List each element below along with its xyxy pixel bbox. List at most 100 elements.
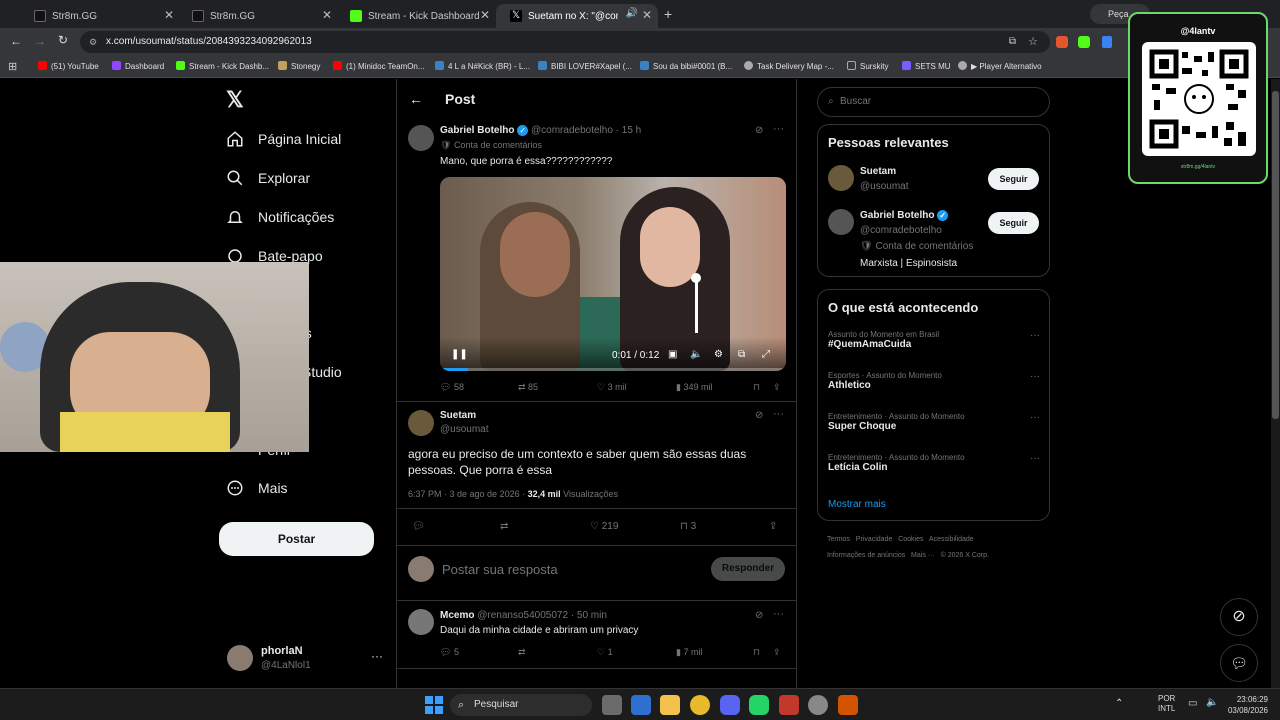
author-handle[interactable]: @renanso54005072 <box>477 610 568 621</box>
search-input[interactable]: ⌕ Buscar <box>817 87 1050 117</box>
file-explorer-icon[interactable] <box>660 695 680 715</box>
bookmark-star-icon[interactable]: ☆ <box>1028 31 1038 53</box>
tray-chevron-icon[interactable]: ⌃ <box>1115 698 1123 709</box>
display-icon[interactable]: ▭ <box>1188 698 1197 709</box>
fullscreen-icon[interactable]: ⤢ <box>762 349 770 360</box>
back-arrow-icon[interactable]: ← <box>409 91 423 107</box>
author-name[interactable]: Gabriel Botelho <box>440 125 514 136</box>
more-options-icon[interactable]: ··· <box>1030 330 1040 341</box>
discord-icon[interactable] <box>720 695 740 715</box>
reply-button[interactable]: Responder <box>711 557 785 581</box>
bookmark-item[interactable]: Sou da bibi#0001 (B... <box>640 61 732 71</box>
taskbar-search-input[interactable]: ⌕ Pesquisar <box>450 694 592 716</box>
like-action[interactable]: ♡ 3 mil <box>597 382 627 393</box>
avatar[interactable] <box>408 410 434 436</box>
tweet-timestamp[interactable]: 6:37 PM · 3 de ago de 2026 · <box>408 489 525 499</box>
volume-icon[interactable]: 🔈 <box>1206 697 1218 708</box>
more-options-icon[interactable]: ··· <box>371 649 383 663</box>
trend-item[interactable]: Assunto do Momento em Brasil #QuemAmaCui… <box>828 330 1040 350</box>
more-options-icon[interactable]: ··· <box>773 608 784 620</box>
volume-icon[interactable]: 🔈 <box>690 349 702 360</box>
close-icon[interactable]: ✕ <box>164 8 174 22</box>
settings-icon[interactable]: ⚙ <box>714 349 723 360</box>
person-name[interactable]: Suetam <box>860 166 896 177</box>
share-icon[interactable]: ⇪ <box>773 382 781 393</box>
audio-icon[interactable]: 🔊 <box>626 8 638 19</box>
person-handle[interactable]: @usoumat <box>860 181 909 192</box>
repost-icon[interactable]: ⇄ <box>500 521 508 532</box>
trend-item[interactable]: Entretenimento · Assunto do Momento Supe… <box>828 412 1040 432</box>
x-logo-icon[interactable]: 𝕏 <box>226 87 244 113</box>
apps-grid-icon[interactable]: ⊞ <box>8 60 17 73</box>
trend-item[interactable]: Esportes · Assunto do Momento Athletico … <box>828 371 1040 391</box>
site-info-icon[interactable]: ⚙ <box>89 31 97 53</box>
author-name[interactable]: Mcemo <box>440 610 474 621</box>
post-button[interactable]: Postar <box>219 522 374 556</box>
more-options-icon[interactable]: ··· <box>1030 412 1040 423</box>
bookmark-item[interactable]: 4 L a N#Kick (BR) - L... <box>435 61 530 71</box>
share-icon[interactable]: ⇪ <box>773 647 781 658</box>
bookmark-item[interactable]: SETS MU <box>902 61 951 71</box>
bookmark-item[interactable]: BIBI LOVER#Xapel (... <box>538 61 632 71</box>
url-bar[interactable]: ⚙ x.com/usoumat/status/20843932340929620… <box>80 31 1050 53</box>
steam-icon[interactable] <box>808 695 828 715</box>
nav-item-notifications[interactable]: Notificações <box>226 205 334 229</box>
language-indicator[interactable]: POR INTL <box>1158 694 1175 714</box>
browser-tab[interactable]: Stream - Kick Dashboard ✕ <box>336 4 496 28</box>
reply-input[interactable]: Postar sua resposta <box>442 562 558 577</box>
footer-links[interactable]: Termos Privacidade Cookies Acessibilidad… <box>827 536 974 543</box>
grok-icon[interactable]: ⊘ <box>755 125 763 136</box>
nav-item-home[interactable]: Página Inicial <box>226 127 341 151</box>
bookmark-item[interactable]: Dashboard <box>112 61 164 71</box>
trend-item[interactable]: Entretenimento · Assunto do Momento Letí… <box>828 453 1040 473</box>
video-player[interactable]: ❚❚ 0:01 / 0:12 ▣ 🔈 ⚙ ⧉ ⤢ <box>440 177 786 371</box>
repost-action[interactable]: ⇄ 85 <box>518 382 538 393</box>
close-icon[interactable]: ✕ <box>642 8 652 22</box>
scrollbar[interactable] <box>1271 79 1280 688</box>
captions-icon[interactable]: ▣ <box>668 349 677 360</box>
clock[interactable]: 23:06:29 03/08/2026 <box>1226 694 1268 716</box>
more-options-icon[interactable]: ··· <box>1030 453 1040 464</box>
bookmark-action[interactable]: ⊓ 3 <box>680 521 696 532</box>
whatsapp-icon[interactable] <box>749 695 769 715</box>
show-more-link[interactable]: Mostrar mais <box>828 499 886 510</box>
bookmark-item[interactable]: (51) YouTube <box>38 61 99 71</box>
like-action[interactable]: ♡ 1 <box>597 647 613 658</box>
like-action[interactable]: ♡ 219 <box>590 521 618 532</box>
repost-icon[interactable]: ⇄ <box>518 647 526 658</box>
follow-button[interactable]: Seguir <box>988 212 1039 234</box>
nav-item-more[interactable]: Mais <box>226 476 288 500</box>
browser-tab[interactable]: Str8m.GG ✕ <box>178 4 338 28</box>
share-icon[interactable]: ⇪ <box>769 521 777 532</box>
forward-icon[interactable]: → <box>34 34 46 48</box>
video-progress-track[interactable] <box>440 368 786 371</box>
person-name[interactable]: Gabriel Botelho <box>860 210 934 221</box>
back-icon[interactable]: ← <box>10 34 22 48</box>
grok-icon[interactable]: ⊘ <box>1220 598 1258 636</box>
volume-slider-handle[interactable] <box>691 273 701 283</box>
outlook-icon[interactable] <box>631 695 651 715</box>
browser-tab[interactable]: Str8m.GG ✕ <box>20 4 180 28</box>
bookmark-item[interactable]: Stream - Kick Dashb... <box>176 61 269 71</box>
app-icon[interactable] <box>838 695 858 715</box>
scrollbar-thumb[interactable] <box>1272 91 1279 419</box>
bookmark-icon[interactable]: ⊓ <box>753 382 760 393</box>
reply-action[interactable]: 💬︎ 5 <box>440 647 459 658</box>
volume-slider[interactable] <box>695 277 698 333</box>
author-name[interactable]: Suetam <box>440 410 476 421</box>
pause-icon[interactable]: ❚❚ <box>451 349 468 360</box>
person-handle[interactable]: @comradebotelho <box>860 225 942 236</box>
close-icon[interactable]: ✕ <box>480 8 490 22</box>
bookmark-item[interactable]: Stonegy <box>278 61 320 71</box>
bookmark-icon[interactable]: ⊓ <box>753 647 760 658</box>
app-icon[interactable] <box>779 695 799 715</box>
bookmark-item[interactable]: ▶ Player Alternativo <box>958 61 1042 71</box>
extension-icon[interactable] <box>1056 36 1068 48</box>
bookmark-item[interactable]: Task Delivery Map -... <box>744 61 834 71</box>
author-handle[interactable]: @comradebotelho <box>531 125 613 136</box>
avatar[interactable] <box>828 209 854 235</box>
more-options-icon[interactable]: ··· <box>773 123 784 135</box>
shield-extension-icon[interactable] <box>1102 36 1112 48</box>
bookmark-item[interactable]: Surskity <box>847 61 888 71</box>
views-action[interactable]: ▮ 7 mil <box>676 647 702 658</box>
